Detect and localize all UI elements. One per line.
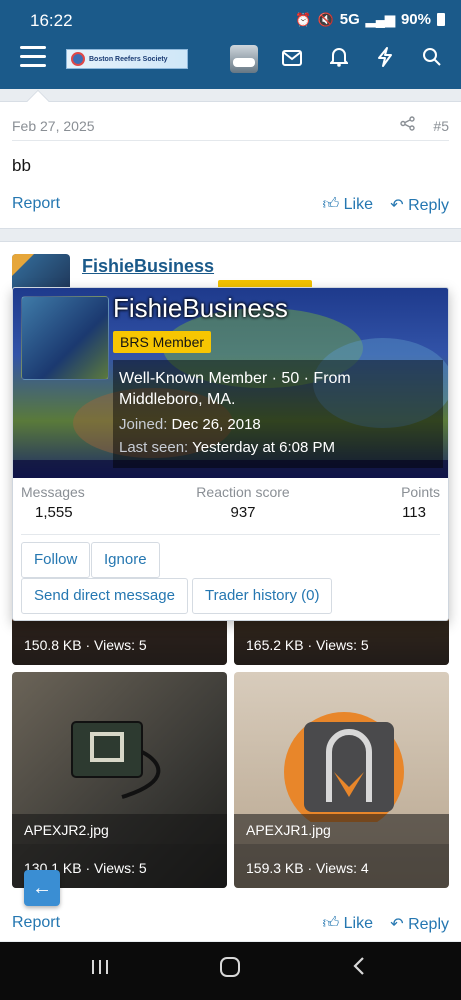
post-5: Feb 27, 2025 #5 bb Report 👍︎ Like ↶ Repl… — [0, 89, 461, 229]
stat-reaction-score: Reaction score 937 — [193, 484, 293, 521]
reply-icon: ↶ — [390, 197, 409, 214]
attachment-tile[interactable]: APEXJR1.jpg 159.3 KB · Views: 4 — [234, 672, 449, 888]
joined-label: Joined: — [119, 416, 168, 433]
attachment-tile[interactable]: 150.8 KB · Views: 5 — [12, 615, 227, 665]
menu-icon[interactable] — [20, 46, 46, 68]
post-author-name[interactable]: FishieBusiness — [82, 256, 214, 277]
logo-text: Boston Reefers Society — [89, 55, 168, 63]
mute-icon: 🔇 — [317, 11, 334, 27]
member-badge: BRS Member — [113, 331, 212, 353]
attachment-meta: 150.8 KB · Views: 5 — [24, 637, 147, 653]
report-link[interactable]: Report — [12, 195, 60, 213]
home-icon[interactable] — [219, 956, 241, 984]
reply-label: Reply — [408, 197, 449, 214]
report-link[interactable]: Report — [12, 914, 60, 932]
battery-label: 90% — [400, 11, 431, 28]
logo-emblem-icon — [71, 52, 85, 66]
attachment-meta-bar: 159.3 KB · Views: 4 — [234, 844, 449, 888]
attachment-tile[interactable]: 165.2 KB · Views: 5 — [234, 615, 449, 665]
stat-value: 937 — [230, 504, 256, 521]
joined-value: Dec 26, 2018 — [171, 416, 261, 433]
attachment-name: APEXJR1.jpg — [246, 822, 331, 838]
member-info: Well-Known Member · 50 · From Middleboro… — [113, 360, 443, 468]
member-joined: Joined: Dec 26, 2018 — [119, 416, 437, 433]
member-name[interactable]: FishieBusiness — [113, 293, 288, 324]
like-label: Like — [343, 915, 373, 932]
nav-header: Boston Reefers Society — [0, 40, 461, 80]
like-label: Like — [343, 196, 373, 213]
app-header: 16:22 ⏰ 🔇 5G ▂▄▆ 90% Boston Reefers Soci… — [0, 0, 461, 89]
status-time: 16:22 — [30, 11, 73, 30]
arrow-left-icon: ← — [32, 877, 52, 899]
send-message-button[interactable]: Send direct message — [21, 578, 188, 614]
attachment-name-bar: APEXJR1.jpg — [234, 814, 449, 844]
last-seen-value: Yesterday at 6:08 PM — [192, 439, 335, 456]
back-icon[interactable] — [352, 956, 366, 982]
stat-messages: Messages 1,555 — [21, 484, 85, 521]
reply-label: Reply — [408, 916, 449, 933]
post-actions: Report 👍︎ Like ↶ Reply — [12, 914, 449, 936]
member-last-seen: Last seen: Yesterday at 6:08 PM — [119, 439, 437, 456]
attachment-name-bar: APEXJR2.jpg — [12, 814, 227, 844]
attachment-meta: 165.2 KB · Views: 5 — [246, 637, 369, 653]
back-to-top-button[interactable]: ← — [24, 870, 60, 906]
stat-label: Messages — [21, 484, 85, 500]
reply-button[interactable]: ↶ Reply — [390, 914, 449, 934]
like-button[interactable]: 👍︎ Like — [322, 195, 373, 214]
post-divider — [12, 140, 449, 141]
post-actions: Report 👍︎ Like ↶ Reply — [12, 195, 449, 217]
site-logo[interactable]: Boston Reefers Society — [66, 49, 188, 69]
member-avatar[interactable] — [21, 296, 109, 380]
bell-icon[interactable] — [326, 47, 352, 73]
mail-icon[interactable] — [279, 47, 305, 73]
alarm-icon: ⏰ — [295, 11, 312, 27]
system-nav-bar — [0, 942, 461, 1000]
trader-history-button[interactable]: Trader history (0) — [192, 578, 333, 614]
thumbs-up-icon: 👍︎ — [322, 196, 344, 213]
stat-points: Points 113 — [401, 484, 440, 521]
attachment-image — [284, 712, 404, 822]
stat-value: 113 — [402, 504, 426, 521]
thumbs-up-icon: 👍︎ — [322, 915, 344, 932]
attachment-tile[interactable]: APEXJR2.jpg 130.1 KB · Views: 5 — [12, 672, 227, 888]
battery-icon — [437, 13, 445, 26]
member-tooltip: FishieBusiness BRS Member Well-Known Mem… — [12, 287, 449, 621]
reply-button[interactable]: ↶ Reply — [390, 195, 449, 215]
like-button[interactable]: 👍︎ Like — [322, 914, 373, 933]
stat-label: Points — [401, 484, 440, 500]
attachment-image — [71, 721, 161, 799]
status-bar: 16:22 ⏰ 🔇 5G ▂▄▆ 90% — [0, 8, 461, 32]
network-label: 5G — [339, 11, 360, 28]
attachment-meta-bar: 165.2 KB · Views: 5 — [234, 621, 449, 665]
follow-button[interactable]: Follow — [21, 542, 91, 578]
post-date[interactable]: Feb 27, 2025 — [12, 118, 95, 134]
share-icon[interactable] — [400, 116, 415, 135]
recent-apps-icon[interactable] — [90, 956, 110, 982]
ignore-button[interactable]: Ignore — [91, 542, 160, 578]
user-avatar[interactable] — [230, 45, 258, 73]
stat-label: Reaction score — [196, 484, 290, 500]
post-number[interactable]: #5 — [433, 118, 449, 134]
post-caret — [26, 89, 50, 113]
member-stats: Messages 1,555 Reaction score 937 Points… — [13, 484, 448, 535]
member-title-line: Well-Known Member · 50 · From Middleboro… — [119, 370, 351, 408]
stat-value: 1,555 — [35, 504, 73, 521]
attachment-meta: 159.3 KB · Views: 4 — [246, 860, 369, 876]
attachment-meta-bar: 150.8 KB · Views: 5 — [12, 621, 227, 665]
reply-icon: ↶ — [390, 916, 409, 933]
attachment-name: APEXJR2.jpg — [24, 822, 109, 838]
bolt-icon[interactable] — [372, 47, 398, 73]
stats-divider — [21, 534, 440, 535]
status-indicators: ⏰ 🔇 5G ▂▄▆ 90% — [295, 11, 445, 28]
member-banner: FishieBusiness BRS Member Well-Known Mem… — [13, 288, 448, 478]
search-icon[interactable] — [419, 47, 445, 73]
last-seen-label: Last seen: — [119, 439, 189, 456]
post-body: bb — [12, 156, 31, 175]
signal-icon: ▂▄▆ — [365, 11, 395, 27]
